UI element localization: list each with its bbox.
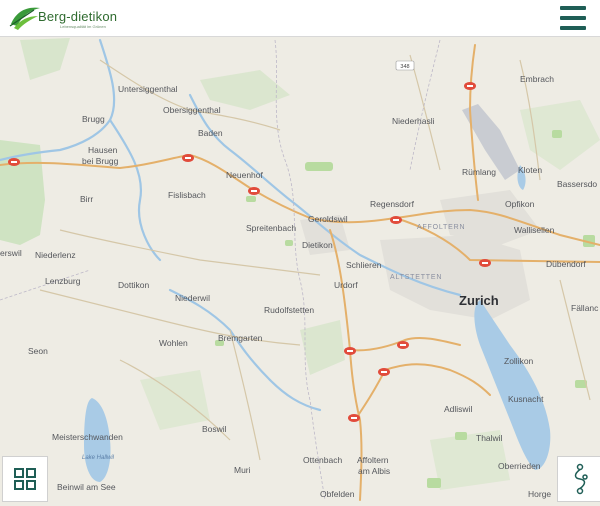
label-bassersdorf: Bassersdo [557,179,597,189]
label-obfelden: Obfelden [320,489,355,499]
svg-text:348: 348 [400,64,409,70]
label-wohlen: Wohlen [159,338,188,348]
label-seon: Seon [28,346,48,356]
label-dottikon: Dottikon [118,280,149,290]
label-niederhasli: Niederhasli [392,116,435,126]
label-meisterschwanden: Meisterschwanden [52,432,123,442]
label-ottenbach: Ottenbach [303,455,342,465]
bergdietikon-logo[interactable]: Berg-dietikon Lebensqualität im Grünen [8,2,148,34]
label-kloten: Kloten [518,165,542,175]
label-kusnacht: Kusnacht [508,394,544,404]
label-embrach: Embrach [520,74,554,84]
label-rudolfstetten: Rudolfstetten [264,305,314,315]
label-erswil: erswil [0,248,22,258]
logo-title: Berg-dietikon [38,9,118,24]
grid-icon [14,468,36,490]
label-wallisellen: Wallisellen [514,225,555,235]
label-city-zurich: Zurich [459,293,499,308]
label-dubendorf: Dübendorf [546,259,586,269]
label-opfikon: Opfikon [505,199,535,209]
label-bei-brugg: bei Brugg [82,156,119,166]
label-birr: Birr [80,194,93,204]
label-oberrieden: Oberrieden [498,461,541,471]
label-fislisbach: Fislisbach [168,190,206,200]
label-hausen: Hausen [88,145,118,155]
label-spreitenbach: Spreitenbach [246,223,296,233]
label-muri: Muri [234,465,251,475]
app-header: Berg-dietikon Lebensqualität im Grünen [0,0,600,37]
label-adliswil: Adliswil [444,404,472,414]
label-horgen: Horge [528,489,551,499]
road-shield-348: 348 [395,60,415,71]
label-neuenhof: Neuenhof [226,170,264,180]
label-obersiggenthal: Obersiggenthal [163,105,221,115]
label-beinwil: Beinwil am See [57,482,116,492]
leaf-logo-icon [9,7,40,30]
label-faellanden: Fällanc [571,303,599,313]
label-rumlang: Rümlang [462,167,496,177]
label-affoltern: Affoltern [357,455,389,465]
logo-subtitle: Lebensqualität im Grünen [60,24,106,29]
label-dietikon: Dietikon [302,240,333,250]
map-canvas[interactable]: 348 Untersiggenthal Obersiggenthal Brugg… [0,37,600,501]
label-baden: Baden [198,128,223,138]
label-altstetten-district: ALTSTETTEN [390,274,442,281]
label-untersiggenthal: Untersiggenthal [118,84,178,94]
label-brugg: Brugg [82,114,105,124]
label-urdorf: Urdorf [334,280,358,290]
label-schlieren: Schlieren [346,260,382,270]
label-niederlenz: Niederlenz [35,250,76,260]
label-bremgarten: Bremgarten [218,333,263,343]
label-niederwil: Niederwil [175,293,210,303]
label-thalwil: Thalwil [476,433,503,443]
label-zollikon: Zollikon [504,356,534,366]
route-icon [574,463,588,495]
route-button[interactable] [557,456,600,502]
label-regensdorf: Regensdorf [370,199,415,209]
grid-button[interactable] [2,456,48,502]
label-boswil: Boswil [202,424,227,434]
label-am-albis: am Albis [358,466,390,476]
label-lake-hallwil: Lake Hallwil [82,455,115,461]
map-view[interactable]: 348 Untersiggenthal Obersiggenthal Brugg… [0,37,600,501]
label-affoltern-district: AFFOLTERN [417,224,465,231]
hamburger-menu-icon[interactable] [558,4,588,32]
label-geroldswil: Geroldswil [308,214,348,224]
label-lenzburg: Lenzburg [45,276,81,286]
